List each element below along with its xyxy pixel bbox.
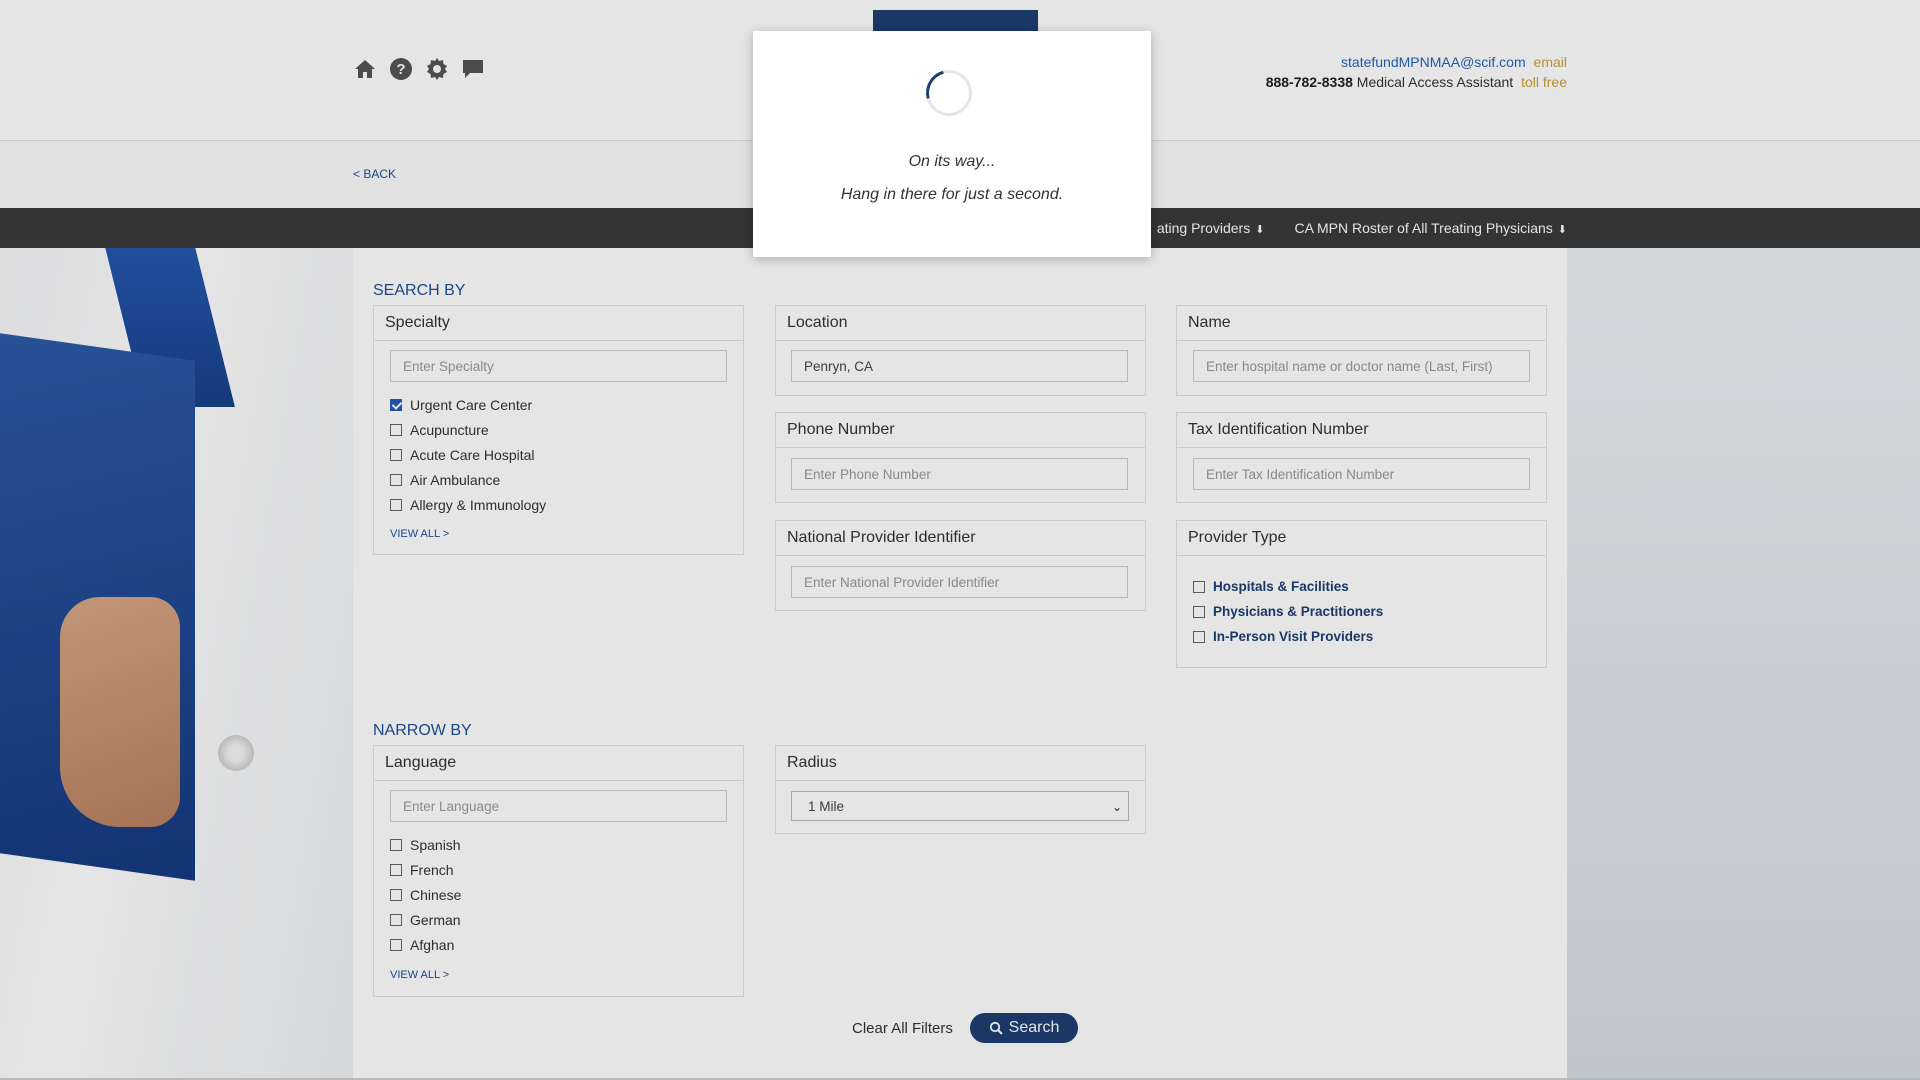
loading-spinner-icon bbox=[917, 61, 981, 125]
loading-modal: On its way... Hang in there for just a s… bbox=[753, 31, 1151, 257]
loading-title: On its way... bbox=[908, 153, 996, 170]
loading-message: Hang in there for just a second. bbox=[840, 186, 1064, 203]
